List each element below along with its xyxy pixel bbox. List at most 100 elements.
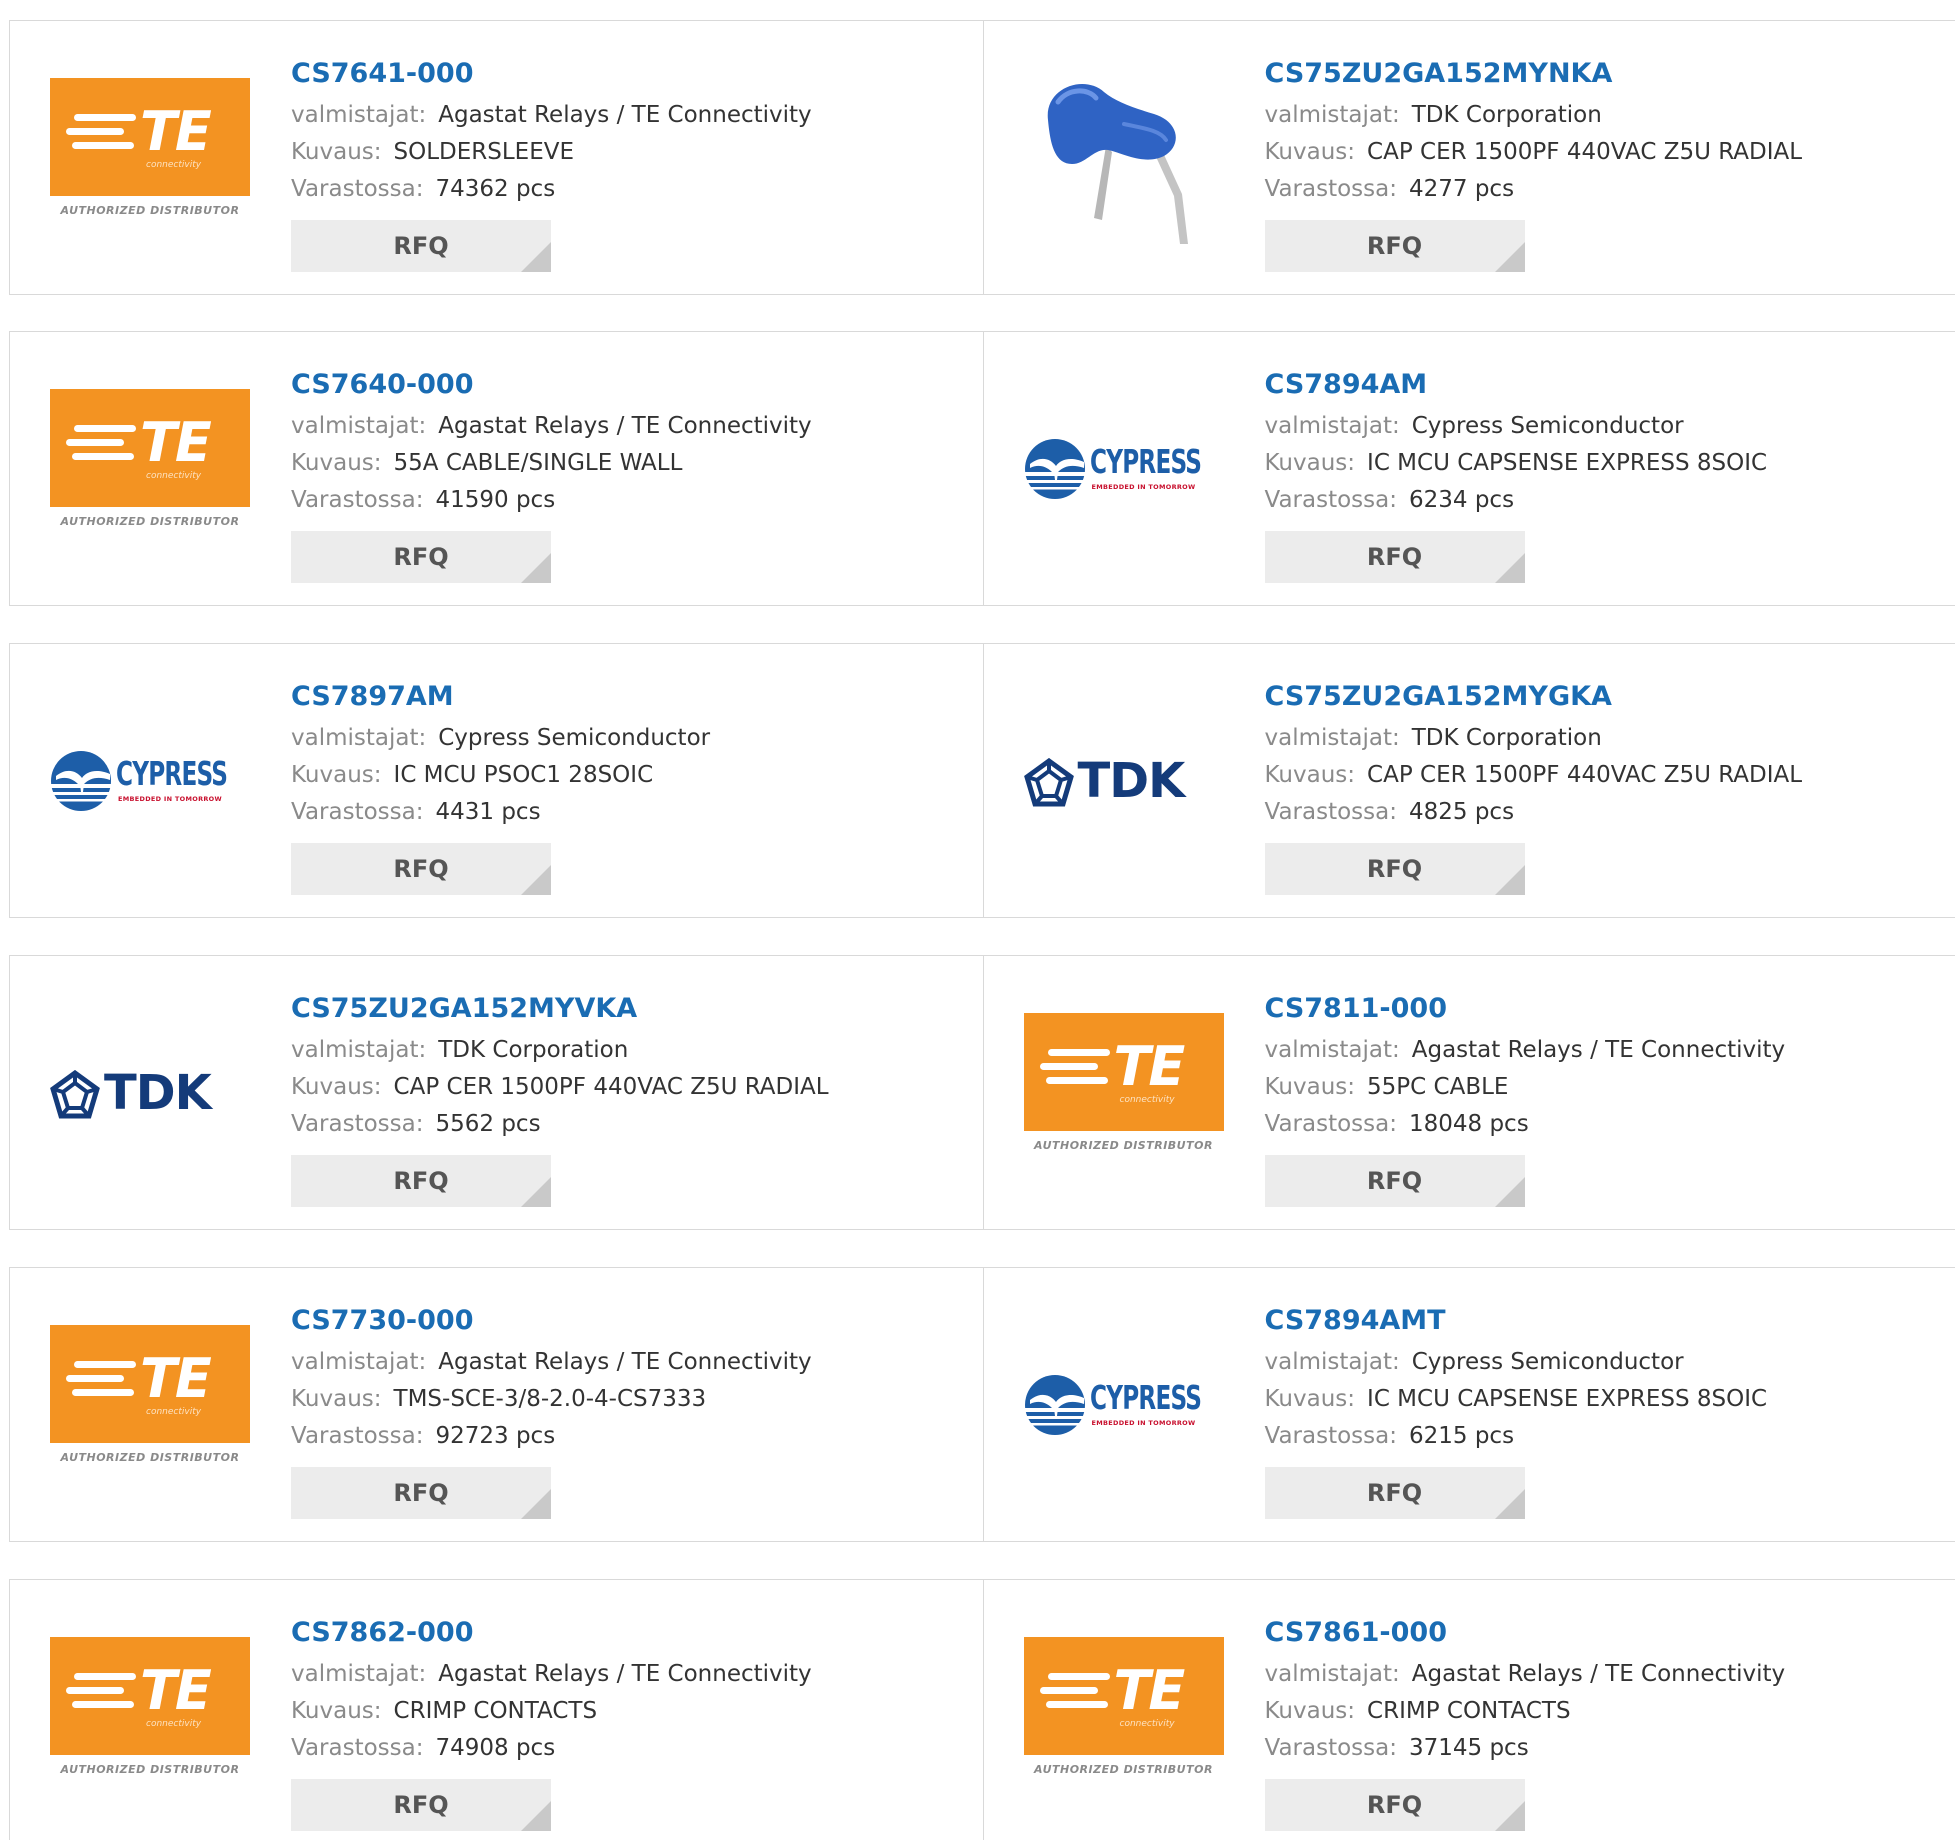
rfq-button[interactable]: RFQ — [291, 1779, 551, 1831]
product-image[interactable]: TDK — [50, 1013, 250, 1173]
rfq-button[interactable]: RFQ — [1264, 843, 1525, 895]
stock-label: Varastossa: — [291, 1423, 424, 1449]
manufacturer-label: valmistajat: — [1264, 102, 1400, 128]
te-logo-subtitle: connectivity — [146, 159, 202, 170]
manufacturer-value: Agastat Relays / TE Connectivity — [1411, 1037, 1786, 1063]
rfq-corner-decoration — [521, 553, 551, 583]
product-image[interactable]: TE connectivity AUTHORIZED DISTRIBUTOR — [50, 77, 250, 238]
product-card: TDK CS75ZU2GA152MYGKA valmistajat: TDK Corp… — [982, 644, 1955, 917]
cypress-wordmark: CYPRESS — [116, 753, 228, 793]
product-image[interactable]: TE connectivity AUTHORIZED DISTRIBUTOR — [50, 1324, 250, 1485]
rfq-button[interactable]: RFQ — [1264, 220, 1525, 272]
rfq-button[interactable]: RFQ — [1264, 1155, 1525, 1207]
rfq-button[interactable]: RFQ — [291, 843, 551, 895]
stock-line: Varastossa: 74362 pcs — [291, 171, 973, 208]
te-connectivity-logo: TE connectivity AUTHORIZED DISTRIBUTOR — [50, 1324, 250, 1485]
product-image[interactable]: TE connectivity AUTHORIZED DISTRIBUTOR — [1023, 1636, 1224, 1797]
rfq-corner-decoration — [521, 865, 551, 895]
product-image[interactable] — [1024, 78, 1224, 244]
stock-label: Varastossa: — [291, 799, 424, 825]
description-line: Kuvaus: IC MCU PSOC1 28SOIC — [291, 757, 973, 794]
cypress-wordmark: CYPRESS — [1089, 1377, 1202, 1417]
stock-line: Varastossa: 92723 pcs — [291, 1418, 973, 1455]
description-label: Kuvaus: — [291, 762, 382, 788]
description-label: Kuvaus: — [1264, 1074, 1356, 1100]
manufacturer-label: valmistajat: — [1264, 1037, 1400, 1063]
rfq-button-label: RFQ — [393, 1479, 449, 1507]
rfq-button[interactable]: RFQ — [1264, 531, 1525, 583]
part-number-link[interactable]: CS75ZU2GA152MYGKA — [1265, 674, 1946, 720]
product-image[interactable]: TE connectivity AUTHORIZED DISTRIBUTOR — [50, 1636, 250, 1797]
product-image[interactable]: CYPRESS EMBEDDED IN TOMORROW — [1023, 389, 1224, 549]
stock-label: Varastossa: — [291, 1111, 424, 1137]
manufacturer-value: Agastat Relays / TE Connectivity — [438, 102, 812, 128]
product-card: CYPRESS EMBEDDED IN TOMORROW CS7894AM valmi… — [982, 332, 1955, 605]
manufacturer-line: valmistajat: Agastat Relays / TE Connecti… — [291, 97, 973, 134]
product-image[interactable]: TE connectivity AUTHORIZED DISTRIBUTOR — [1023, 1012, 1224, 1173]
manufacturer-label: valmistajat: — [291, 1661, 427, 1687]
rfq-button[interactable]: RFQ — [1264, 1467, 1525, 1519]
part-number-link[interactable]: CS7641-000 — [291, 51, 973, 97]
rfq-button[interactable]: RFQ — [291, 1155, 551, 1207]
part-number-link[interactable]: CS7861-000 — [1265, 1610, 1946, 1656]
description-line: Kuvaus: CAP CER 1500PF 440VAC Z5U RADIAL — [1265, 134, 1946, 171]
manufacturer-value: Agastat Relays / TE Connectivity — [438, 413, 812, 439]
part-number-link[interactable]: CS75ZU2GA152MYNKA — [1265, 51, 1946, 97]
description-label: Kuvaus: — [291, 139, 382, 165]
rfq-button[interactable]: RFQ — [1264, 1779, 1525, 1831]
rfq-button[interactable]: RFQ — [291, 220, 551, 272]
te-logo-wordmark: TE — [140, 410, 212, 474]
part-number-link[interactable]: CS7862-000 — [291, 1610, 973, 1656]
product-card: TE connectivity AUTHORIZED DISTRIBUTOR CS76… — [10, 332, 983, 605]
product-image[interactable]: TDK — [1023, 701, 1224, 861]
product-row: TE connectivity AUTHORIZED DISTRIBUTOR CS77… — [9, 1267, 1955, 1542]
manufacturer-value: Agastat Relays / TE Connectivity — [438, 1349, 812, 1375]
part-number-link[interactable]: CS7730-000 — [291, 1298, 973, 1344]
rfq-button[interactable]: RFQ — [291, 1467, 551, 1519]
stock-label: Varastossa: — [1264, 1423, 1397, 1449]
product-card: CS75ZU2GA152MYNKA valmistajat: TDK Corpora… — [982, 21, 1955, 294]
stock-line: Varastossa: 5562 pcs — [291, 1106, 973, 1143]
manufacturer-line: valmistajat: TDK Corporation — [291, 1032, 973, 1069]
manufacturer-label: valmistajat: — [291, 725, 427, 751]
product-image[interactable]: CYPRESS EMBEDDED IN TOMORROW — [1023, 1325, 1224, 1485]
description-line: Kuvaus: CRIMP CONTACTS — [291, 1693, 973, 1730]
stock-line: Varastossa: 41590 pcs — [291, 482, 973, 519]
part-number-link[interactable]: CS7897AM — [291, 674, 973, 720]
rfq-button-label: RFQ — [393, 232, 449, 260]
description-value: CAP CER 1500PF 440VAC Z5U RADIAL — [393, 1074, 829, 1100]
description-line: Kuvaus: SOLDERSLEEVE — [291, 134, 973, 171]
description-value: CAP CER 1500PF 440VAC Z5U RADIAL — [1367, 139, 1803, 165]
product-image[interactable]: TE connectivity AUTHORIZED DISTRIBUTOR — [50, 388, 250, 549]
part-number-link[interactable]: CS7811-000 — [1265, 986, 1946, 1032]
rfq-corner-decoration — [521, 1801, 551, 1831]
te-logo-wordmark: TE — [140, 99, 212, 163]
description-value: IC MCU PSOC1 28SOIC — [393, 762, 654, 788]
product-card: TE connectivity AUTHORIZED DISTRIBUTOR CS76… — [10, 21, 983, 294]
product-info: CS7730-000 valmistajat: Agastat Relays / T… — [291, 1298, 973, 1519]
product-image[interactable]: CYPRESS EMBEDDED IN TOMORROW — [50, 701, 250, 861]
manufacturer-label: valmistajat: — [1264, 1349, 1400, 1375]
rfq-button-label: RFQ — [1366, 543, 1423, 571]
product-row: CYPRESS EMBEDDED IN TOMORROW CS7897AM valmi… — [9, 643, 1955, 918]
stock-line: Varastossa: 74908 pcs — [291, 1730, 973, 1767]
part-number-link[interactable]: CS75ZU2GA152MYVKA — [291, 986, 973, 1032]
description-value: IC MCU CAPSENSE EXPRESS 8SOIC — [1367, 1386, 1768, 1412]
product-info: CS75ZU2GA152MYGKA valmistajat: TDK Corpora… — [1264, 674, 1946, 895]
cypress-globe-icon — [50, 750, 112, 811]
te-logo-subtitle: connectivity — [146, 1718, 202, 1729]
tdk-wordmark: TDK — [104, 1064, 212, 1121]
te-logo-subtitle: connectivity — [1119, 1094, 1175, 1105]
part-number-link[interactable]: CS7894AM — [1265, 362, 1946, 408]
rfq-corner-decoration — [1494, 865, 1525, 895]
description-label: Kuvaus: — [1264, 1698, 1356, 1724]
rfq-button[interactable]: RFQ — [291, 531, 551, 583]
cypress-logo: CYPRESS EMBEDDED IN TOMORROW — [1023, 434, 1224, 504]
stock-label: Varastossa: — [1264, 1735, 1397, 1761]
description-label: Kuvaus: — [291, 1698, 382, 1724]
cypress-wordmark: CYPRESS — [1089, 441, 1202, 481]
part-number-link[interactable]: CS7894AMT — [1265, 1298, 1946, 1344]
manufacturer-value: TDK Corporation — [438, 1037, 629, 1063]
description-label: Kuvaus: — [1264, 1386, 1356, 1412]
part-number-link[interactable]: CS7640-000 — [291, 362, 973, 408]
